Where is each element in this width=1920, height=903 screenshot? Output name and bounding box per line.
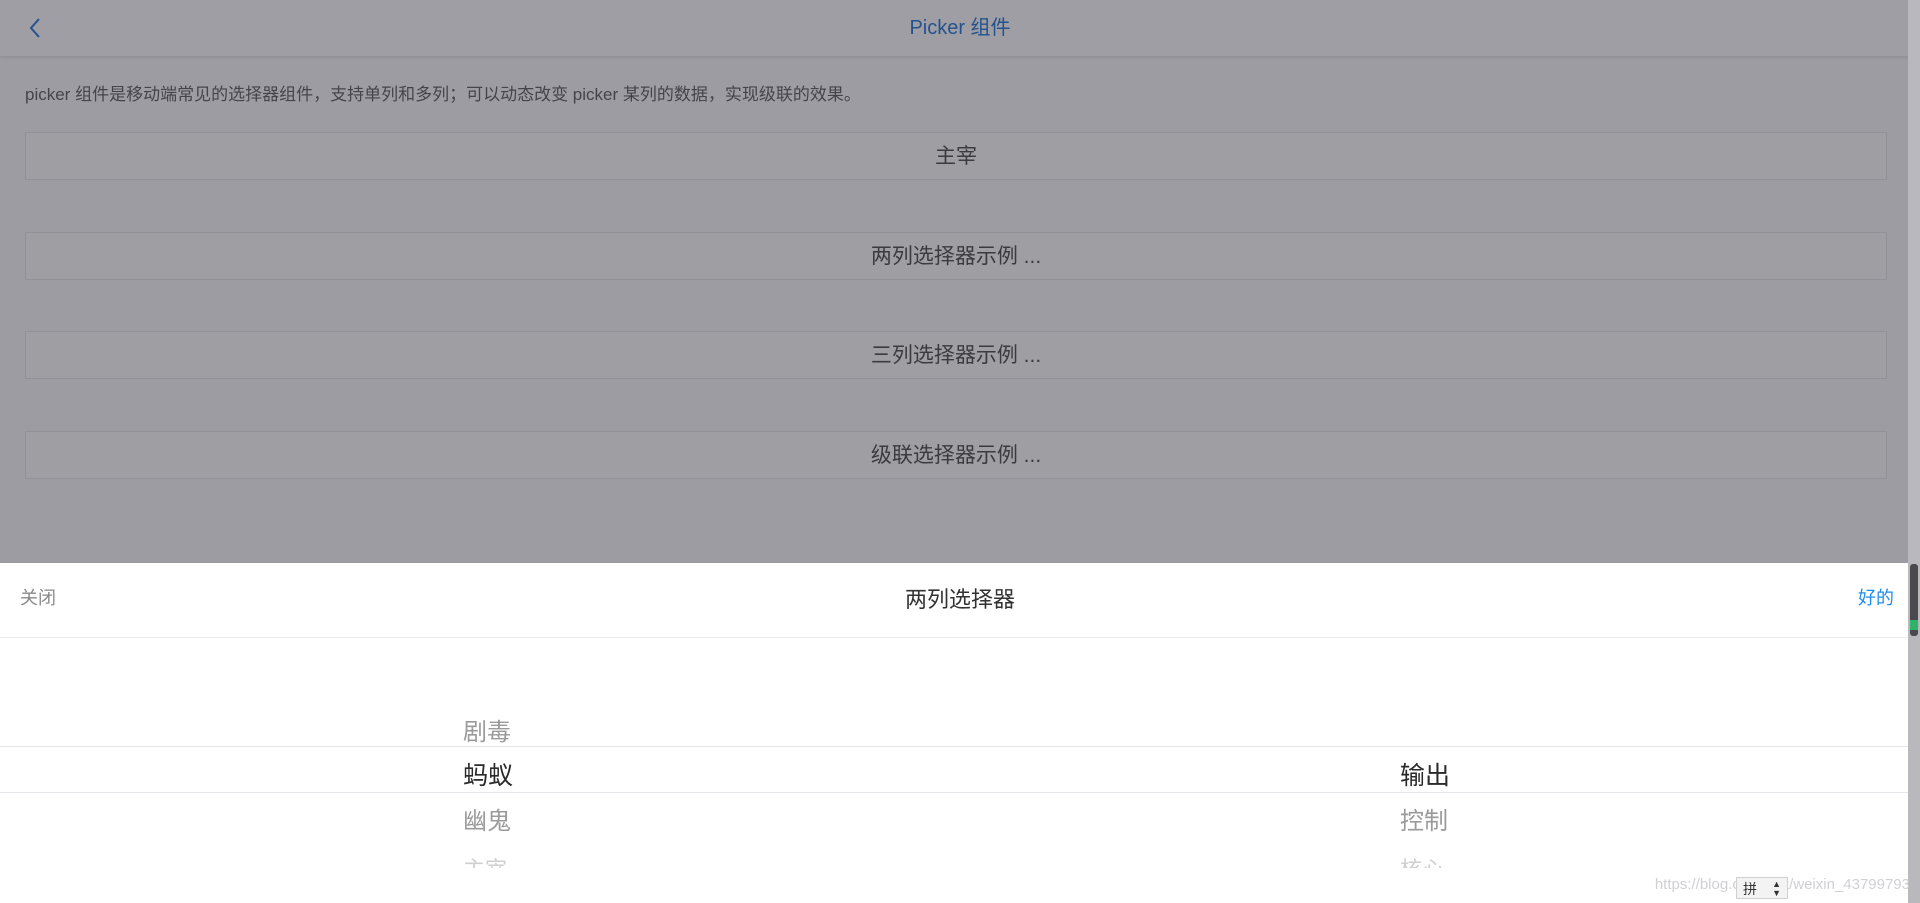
picker-sheet: 关闭 两列选择器 好的 剧毒 蚂蚁 幽鬼 主宰 输出 控制 核心: [0, 563, 1920, 903]
page: Picker 组件 picker 组件是移动端常见的选择器组件，支持单列和多列；…: [0, 0, 1920, 903]
picker-column-role[interactable]: 输出 控制 核心: [1400, 563, 1600, 903]
picker-column-hero[interactable]: 剧毒 蚂蚁 幽鬼 主宰: [463, 563, 663, 903]
ime-label: 拼: [1743, 881, 1757, 897]
modal-overlay[interactable]: [0, 0, 1920, 563]
ime-indicator[interactable]: 拼 ▲ ▼: [1736, 877, 1788, 899]
picker-option[interactable]: 核心: [1400, 852, 1444, 868]
picker-option-selected[interactable]: 蚂蚁: [463, 756, 513, 792]
picker-option[interactable]: 剧毒: [463, 712, 511, 747]
scrollbar-grip-icon: [1910, 620, 1918, 630]
selection-top-line: [0, 746, 1920, 747]
picker-option-selected[interactable]: 输出: [1400, 756, 1450, 792]
picker-confirm-button[interactable]: 好的: [1858, 563, 1894, 633]
picker-header: 关闭 两列选择器 好的: [0, 563, 1920, 638]
picker-title: 两列选择器: [904, 587, 1015, 612]
picker-option[interactable]: 幽鬼: [463, 801, 511, 836]
picker-option[interactable]: 控制: [1400, 801, 1448, 836]
page-scrollbar[interactable]: [1908, 0, 1920, 903]
picker-option[interactable]: 主宰: [463, 852, 507, 868]
ime-toggle-icon: ▲ ▼: [1772, 879, 1781, 898]
selection-bottom-line: [0, 792, 1920, 793]
